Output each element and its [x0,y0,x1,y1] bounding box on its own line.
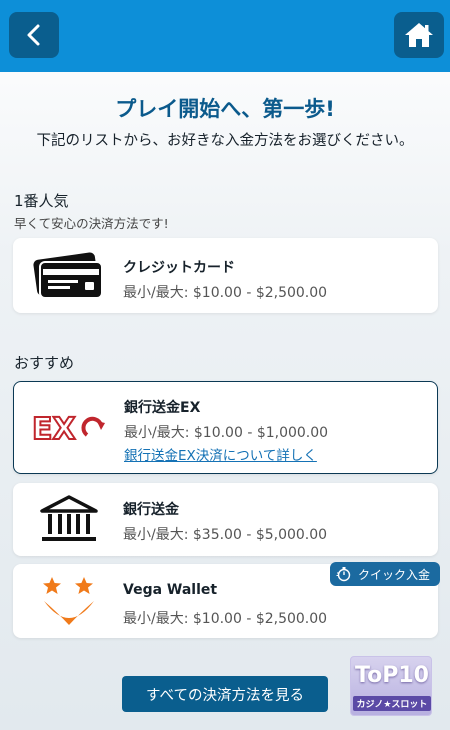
payment-method-name: クレジットカード [123,260,235,276]
payment-method-range: 最小/最大: $10.00 - $2,500.00 [123,285,328,301]
ex-logo-icon: EX [30,398,110,458]
svg-text:EX: EX [32,412,76,445]
popular-section-subtitle: 早くて安心の決済方法です! [14,216,169,231]
payment-card-bank-transfer-ex[interactable]: EX 銀行送金EX 最小/最大: $10.00 - $1,000.00 銀行送金… [13,381,438,474]
payment-method-name: 銀行送金EX [124,400,201,416]
payment-card-credit-card[interactable]: クレジットカード 最小/最大: $10.00 - $2,500.00 [13,238,438,313]
quick-deposit-label: クイック入金 [357,567,430,582]
quick-deposit-badge[interactable]: クイック入金 [329,562,440,586]
back-button[interactable] [9,12,59,58]
payment-card-bank-transfer[interactable]: 銀行送金 最小/最大: $35.00 - $5,000.00 [13,483,438,556]
vega-wallet-icon [29,571,109,631]
see-all-payment-methods-button[interactable]: すべての決済方法を見る [122,676,328,712]
top10-logo-subtext: カジノ★スロット [353,696,431,711]
bank-transfer-ex-details-link[interactable]: 銀行送金EX決済について詳しく [124,444,317,464]
payment-method-range: 最小/最大: $10.00 - $1,000.00 [124,425,329,441]
payment-method-range: 最小/最大: $10.00 - $2,500.00 [123,611,328,627]
chevron-left-icon [27,24,40,46]
page-title: プレイ開始へ、第一歩! [115,97,335,121]
top10-logo-text: ToP10 [355,663,429,688]
stopwatch-icon [336,567,351,582]
top-bar [0,0,450,72]
popular-section-title: 1番人気 [14,192,69,210]
credit-card-icon [29,246,109,306]
bank-icon [29,490,109,550]
page-subtitle: 下記のリストから、お好きな入金方法をお選びください。 [36,133,414,149]
home-button[interactable] [394,12,444,58]
payment-method-name: 銀行送金 [123,502,179,518]
home-icon [405,23,433,47]
payment-method-range: 最小/最大: $35.00 - $5,000.00 [123,527,328,543]
top10-watermark-logo: ToP10 カジノ★スロット [350,656,432,716]
recommended-section-title: おすすめ [14,354,75,372]
payment-method-name: Vega Wallet [123,582,218,598]
